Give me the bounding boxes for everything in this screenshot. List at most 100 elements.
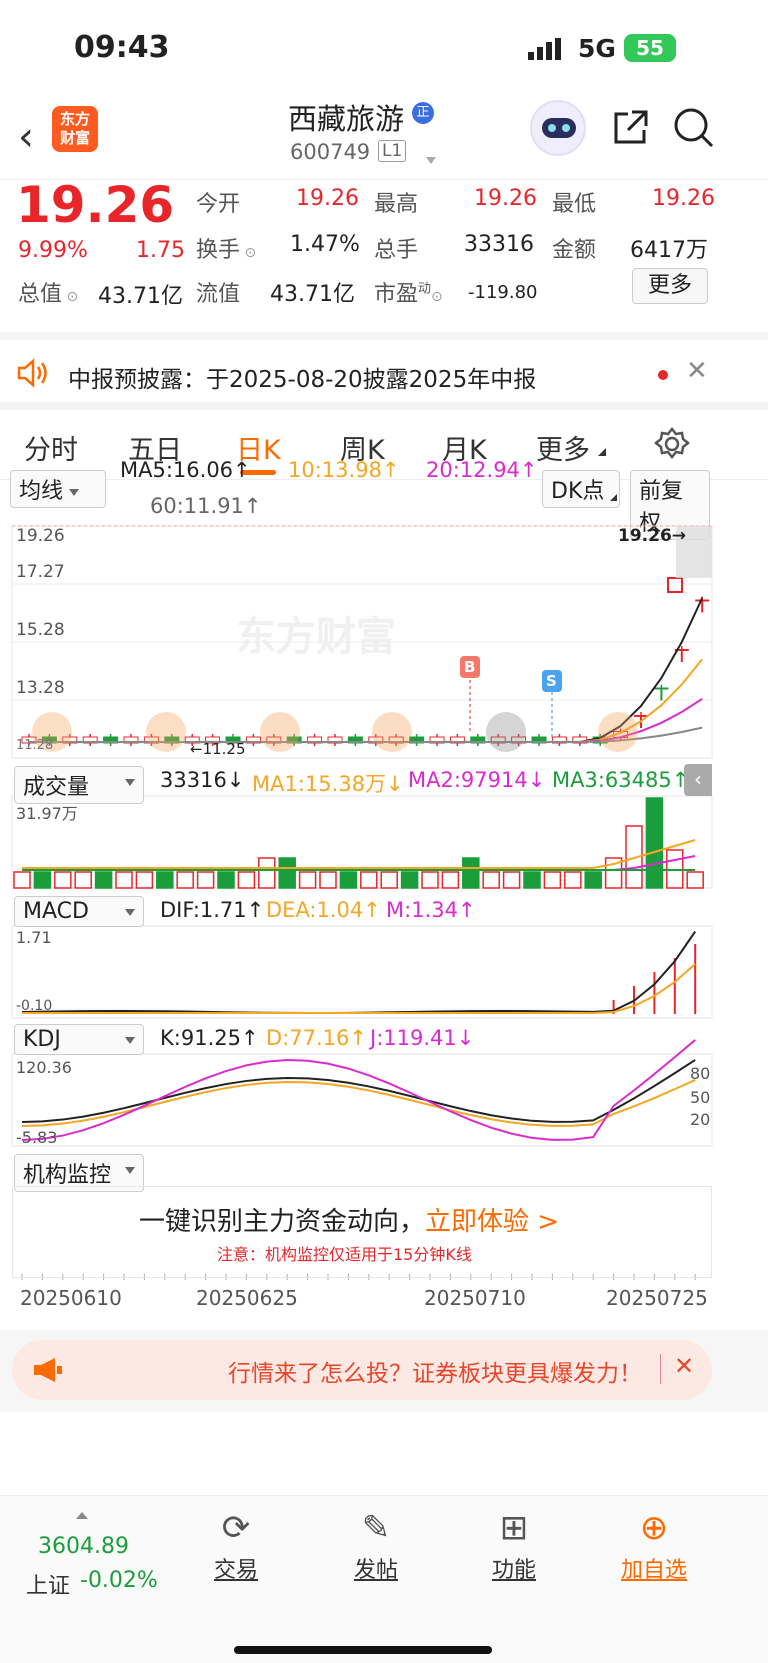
dea-line <box>22 963 696 1014</box>
unread-dot <box>658 370 668 380</box>
zoom-out-icon <box>146 712 186 752</box>
volume-bar <box>54 871 72 889</box>
volume-bar <box>94 871 113 889</box>
date-label: 20250625 <box>196 1286 298 1310</box>
kdj-j: J:119.41↓ <box>370 1026 475 1050</box>
stock-code: 600749 <box>290 140 371 164</box>
function-button[interactable]: ⊞ 功能 <box>454 1508 574 1584</box>
search-icon[interactable] <box>672 106 716 154</box>
add-watchlist-button[interactable]: ⊕ 加自选 <box>594 1508 714 1584</box>
code-dropdown-icon[interactable] <box>420 150 436 169</box>
more-button[interactable]: 更多 <box>632 268 708 304</box>
expand-icon[interactable] <box>76 1512 88 1519</box>
dk-corner-icon <box>610 494 617 501</box>
turnover-value: 1.47% <box>290 232 360 257</box>
pe-value: -119.80 <box>468 282 538 303</box>
tab-more[interactable]: 更多 <box>536 428 590 467</box>
network-label: 5G <box>578 34 616 63</box>
volume-bar <box>176 871 194 889</box>
high-value: 19.26 <box>474 186 537 211</box>
volume-bar <box>543 871 562 889</box>
ad-close-icon[interactable]: ✕ <box>674 1352 694 1380</box>
volume-bar <box>523 871 541 889</box>
volume-label: 总手 <box>374 238 419 263</box>
volume-bar <box>13 871 31 889</box>
volume-bar <box>400 871 419 889</box>
volume-current: 33316↓ <box>160 768 245 792</box>
macd-dif: DIF:1.71↑ <box>160 898 265 922</box>
share-icon[interactable] <box>610 108 650 152</box>
badge-icon: 正 <box>412 102 434 124</box>
ad-banner[interactable]: 行情来了怎么投？证券板块更具爆发力！ ✕ <box>12 1340 712 1400</box>
close-icon[interactable]: ✕ <box>686 356 708 386</box>
volume-selector[interactable]: 成交量 <box>14 766 144 804</box>
date-label: 20250710 <box>424 1286 526 1310</box>
kdj-top-label: 120.36 <box>16 1058 72 1077</box>
kdj-selector[interactable]: KDJ <box>14 1024 144 1055</box>
macd-bars <box>612 944 697 1014</box>
back-icon[interactable]: ‹ <box>18 114 34 160</box>
volume-bars <box>13 797 704 889</box>
high-label: 最高 <box>374 192 419 217</box>
level-badge: L1 <box>378 140 407 162</box>
kdj-k: K:91.25↑ <box>160 1026 259 1050</box>
volume-bar <box>74 871 92 889</box>
ad-divider <box>660 1354 661 1384</box>
low-value: 19.26 <box>652 186 715 211</box>
macd-bottom-label: -0.10 <box>16 998 53 1014</box>
edit-icon: ✎ <box>361 1508 391 1548</box>
buy-label: B <box>464 658 476 676</box>
macd-top-label: 1.71 <box>16 928 52 947</box>
ma5-value: MA5:16.06↑ <box>120 458 251 482</box>
watermark: 东方财富 <box>236 615 396 659</box>
y-label-3: 15.28 <box>16 620 65 640</box>
volume-bar <box>380 871 398 889</box>
collapse-panel-icon[interactable]: ‹ <box>684 764 712 796</box>
kdj-frame <box>11 1053 713 1147</box>
change-percent: 9.99% <box>18 238 88 263</box>
volume-ma3: MA3:63485↑ <box>552 768 690 792</box>
index-value[interactable]: 3604.89 <box>38 1534 129 1559</box>
volume-bar <box>115 871 133 889</box>
ma-selector[interactable]: 均线 <box>10 470 106 508</box>
institution-note: 注意：机构监控仅适用于15分钟K线 <box>217 1245 472 1264</box>
turnover-label: 换手 ⊙ <box>196 238 257 263</box>
volume-bar <box>278 857 296 889</box>
notice-bar[interactable]: 中报预披露：于2025-08-20披露2025年中报 ✕ <box>0 340 768 410</box>
status-bar: 09:43 5G 55 <box>0 0 768 100</box>
dk-point-button[interactable]: DK点 <box>542 470 620 508</box>
macd-dea: DEA:1.04↑ <box>266 898 381 922</box>
amount-label: 金额 <box>552 238 597 263</box>
macd-selector[interactable]: MACD <box>14 896 144 927</box>
macd-frame <box>11 925 713 1019</box>
volume-ma2: MA2:97914↓ <box>408 768 546 792</box>
settings-icon[interactable] <box>653 426 691 466</box>
ma60-value: 60:11.91↑ <box>150 494 262 518</box>
macd-m: M:1.34↑ <box>386 898 476 922</box>
volume-value: 33316 <box>464 232 534 257</box>
institution-panel[interactable]: 一键识别主力资金动向，立即体验 > 注意：机构监控仅适用于15分钟K线 <box>12 1186 712 1278</box>
bottom-bar: 3604.89 上证 -0.02% ⟳ 交易 ✎ 发帖 ⊞ 功能 ⊕ 加自选 <box>0 1495 768 1663</box>
amount-value: 6417万 <box>630 238 708 263</box>
volume-bar <box>441 871 460 889</box>
volume-bar <box>421 871 439 889</box>
post-button[interactable]: ✎ 发帖 <box>316 1508 436 1584</box>
volume-bar <box>482 871 500 889</box>
volume-bar <box>645 797 664 889</box>
volume-bar <box>339 871 358 889</box>
open-label: 今开 <box>196 192 241 217</box>
kdj-80-label: 80 <box>690 1064 711 1083</box>
float-value: 43.71亿 <box>270 282 355 307</box>
institution-title: 一键识别主力资金动向，立即体验 > <box>139 1207 560 1237</box>
trade-button[interactable]: ⟳ 交易 <box>176 1508 296 1584</box>
pe-label: 市盈动⊙ <box>374 281 443 307</box>
home-indicator <box>234 1646 492 1654</box>
step-forward-icon <box>486 712 526 752</box>
index-change[interactable]: -0.02% <box>80 1568 158 1593</box>
assistant-avatar[interactable] <box>530 100 586 156</box>
index-name[interactable]: 上证 <box>26 1568 70 1600</box>
volume-max-label: 31.97万 <box>16 804 78 823</box>
kdj-50-label: 50 <box>690 1088 711 1107</box>
tab-minute[interactable]: 分时 <box>24 428 78 467</box>
kdj-bottom-label: -5.83 <box>16 1128 58 1147</box>
